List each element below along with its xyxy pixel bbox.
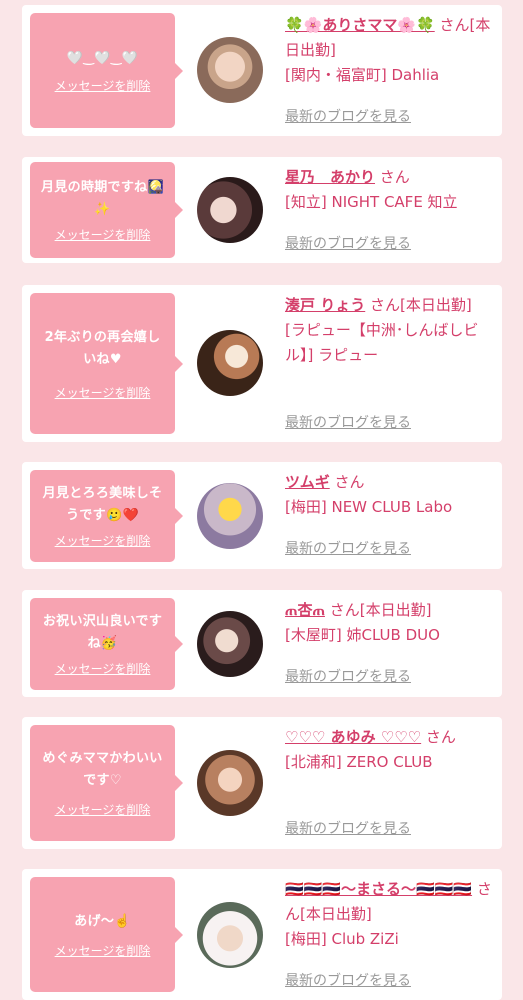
cast-name-link[interactable]: ♡♡♡ あゆみ ♡♡♡ — [285, 728, 421, 746]
cast-info: ♡♡♡ あゆみ ♡♡♡ さん [北浦和] ZERO CLUB — [285, 725, 495, 775]
message-bubble: お祝い沢山良いですね🥳 メッセージを削除 — [30, 598, 183, 690]
avatar[interactable] — [197, 330, 263, 396]
delete-message-link[interactable]: メッセージを削除 — [55, 533, 151, 549]
latest-blog-link[interactable]: 最新のブログを見る — [285, 818, 411, 838]
honorific: さん — [425, 728, 456, 746]
message-text: 月見の時期ですね🎑✨ — [41, 180, 164, 217]
cast-name-link[interactable]: ጠ杏ጠ — [285, 601, 325, 619]
delete-message-link[interactable]: メッセージを削除 — [55, 661, 151, 677]
status-label: [本日出勤] — [359, 601, 432, 619]
cast-info: ツムギ さん [梅田] NEW CLUB Labo — [285, 470, 495, 520]
cast-info: 星乃 あかり さん [知立] NIGHT CAFE 知立 — [285, 165, 495, 215]
avatar[interactable] — [197, 483, 263, 549]
avatar[interactable] — [197, 611, 263, 677]
message-text: お祝い沢山良いですね🥳 — [42, 614, 163, 651]
message-bubble: めぐみママかわいいです♡ メッセージを削除 — [30, 725, 183, 841]
delete-message-link[interactable]: メッセージを削除 — [55, 802, 151, 818]
delete-message-link[interactable]: メッセージを削除 — [55, 943, 151, 959]
honorific: さん — [370, 296, 401, 314]
cast-info: ጠ杏ጠ さん[本日出勤] [木屋町] 姉CLUB DUO — [285, 598, 495, 648]
message-bubble: 月見の時期ですね🎑✨ メッセージを削除 — [30, 162, 183, 258]
message-text: 月見とろろ美味しそうです🥲❤️ — [42, 486, 163, 523]
message-card: 2年ぶりの再会嬉しいね♥ メッセージを削除 湊戸 りょう さん[本日出勤] [ラ… — [22, 285, 502, 442]
message-text: めぐみママかわいいです♡ — [42, 751, 163, 788]
shop-label: [梅田] Club ZiZi — [285, 930, 399, 948]
status-label: [本日出勤] — [300, 905, 372, 923]
avatar[interactable] — [197, 750, 263, 816]
message-text: 🤍‿🤍‿🤍 — [66, 50, 139, 66]
cast-name-link[interactable]: 🇹🇭🇹🇭🇹🇭〜まさる〜🇹🇭🇹🇭🇹🇭 — [285, 880, 472, 898]
latest-blog-link[interactable]: 最新のブログを見る — [285, 538, 411, 558]
message-card: お祝い沢山良いですね🥳 メッセージを削除 ጠ杏ጠ さん[本日出勤] [木屋町] … — [22, 590, 502, 697]
honorific: さん — [334, 473, 365, 491]
message-card: 月見とろろ美味しそうです🥲❤️ メッセージを削除 ツムギ さん [梅田] NEW… — [22, 462, 502, 569]
shop-label: [北浦和] ZERO CLUB — [285, 753, 433, 771]
honorific: さん — [329, 601, 360, 619]
cast-info: 湊戸 りょう さん[本日出勤] [ラピュー【中洲･しんばしビル】] ラピュー — [285, 293, 495, 368]
latest-blog-link[interactable]: 最新のブログを見る — [285, 412, 411, 432]
cast-info: 🇹🇭🇹🇭🇹🇭〜まさる〜🇹🇭🇹🇭🇹🇭 さん[本日出勤] [梅田] Club ZiZ… — [285, 877, 495, 952]
shop-label: [ラピュー【中洲･しんばしビル】] ラピュー — [285, 321, 479, 364]
delete-message-link[interactable]: メッセージを削除 — [55, 385, 151, 401]
honorific: さん — [439, 16, 470, 34]
cast-name-link[interactable]: 🍀🌸ありさママ🌸🍀 — [285, 16, 435, 34]
avatar[interactable] — [197, 177, 263, 243]
latest-blog-link[interactable]: 最新のブログを見る — [285, 233, 411, 253]
message-bubble: 月見とろろ美味しそうです🥲❤️ メッセージを削除 — [30, 470, 183, 562]
message-bubble: 🤍‿🤍‿🤍 メッセージを削除 — [30, 13, 183, 128]
avatar[interactable] — [197, 37, 263, 103]
shop-label: [梅田] NEW CLUB Labo — [285, 498, 453, 516]
cast-name-link[interactable]: 湊戸 りょう — [285, 296, 365, 314]
shop-label: [関内・福富町] Dahlia — [285, 66, 440, 84]
shop-label: [木屋町] 姉CLUB DUO — [285, 626, 440, 644]
message-card: 月見の時期ですね🎑✨ メッセージを削除 星乃 あかり さん [知立] NIGHT… — [22, 157, 502, 263]
message-card: 🤍‿🤍‿🤍 メッセージを削除 🍀🌸ありさママ🌸🍀 さん[本日出勤] [関内・福富… — [22, 5, 502, 136]
message-bubble: 2年ぶりの再会嬉しいね♥ メッセージを削除 — [30, 293, 183, 434]
latest-blog-link[interactable]: 最新のブログを見る — [285, 106, 411, 126]
shop-label: [知立] NIGHT CAFE 知立 — [285, 193, 458, 211]
message-card: あげ〜☝️ メッセージを削除 🇹🇭🇹🇭🇹🇭〜まさる〜🇹🇭🇹🇭🇹🇭 さん[本日出勤… — [22, 869, 502, 1000]
message-text: 2年ぶりの再会嬉しいね♥ — [44, 329, 161, 367]
latest-blog-link[interactable]: 最新のブログを見る — [285, 970, 411, 990]
honorific: さん — [379, 168, 410, 186]
delete-message-link[interactable]: メッセージを削除 — [55, 78, 151, 94]
message-card: めぐみママかわいいです♡ メッセージを削除 ♡♡♡ あゆみ ♡♡♡ さん [北浦… — [22, 717, 502, 849]
delete-message-link[interactable]: メッセージを削除 — [55, 227, 151, 243]
cast-name-link[interactable]: ツムギ — [285, 473, 330, 491]
status-label: [本日出勤] — [400, 296, 472, 314]
latest-blog-link[interactable]: 最新のブログを見る — [285, 666, 411, 686]
message-text: あげ〜☝️ — [74, 913, 131, 929]
avatar[interactable] — [197, 902, 263, 968]
cast-info: 🍀🌸ありさママ🌸🍀 さん[本日出勤] [関内・福富町] Dahlia — [285, 13, 495, 88]
cast-name-link[interactable]: 星乃 あかり — [285, 168, 375, 186]
message-bubble: あげ〜☝️ メッセージを削除 — [30, 877, 183, 992]
